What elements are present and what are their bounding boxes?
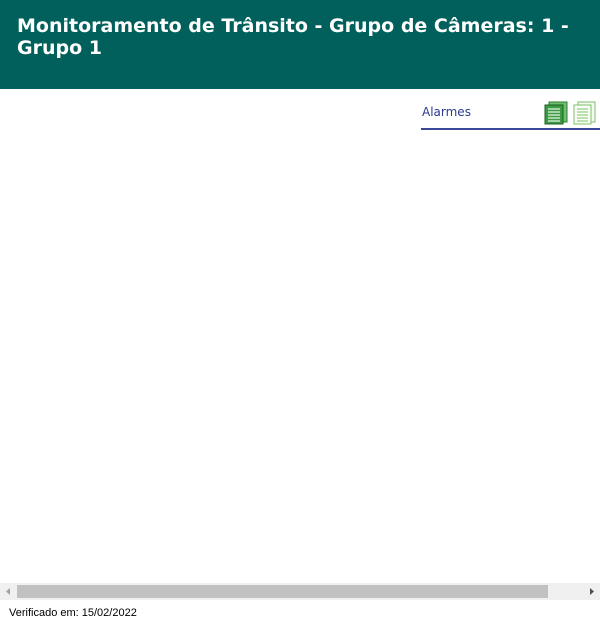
document-view-icon[interactable] bbox=[572, 101, 598, 125]
alarm-panel: Alarmes bbox=[421, 100, 600, 130]
scrollbar-thumb[interactable] bbox=[17, 585, 548, 598]
scroll-right-arrow-icon[interactable] bbox=[583, 583, 600, 600]
list-view-icon[interactable] bbox=[544, 101, 570, 125]
page-title: Monitoramento de Trânsito - Grupo de Câm… bbox=[17, 15, 569, 59]
scroll-left-arrow-icon[interactable] bbox=[0, 583, 17, 600]
page-header: Monitoramento de Trânsito - Grupo de Câm… bbox=[0, 0, 600, 89]
page: Monitoramento de Trânsito - Grupo de Câm… bbox=[0, 0, 600, 628]
horizontal-scrollbar[interactable] bbox=[0, 583, 600, 600]
verified-date-text: Verificado em: 15/02/2022 bbox=[9, 607, 137, 619]
alarms-link[interactable]: Alarmes bbox=[422, 105, 471, 119]
